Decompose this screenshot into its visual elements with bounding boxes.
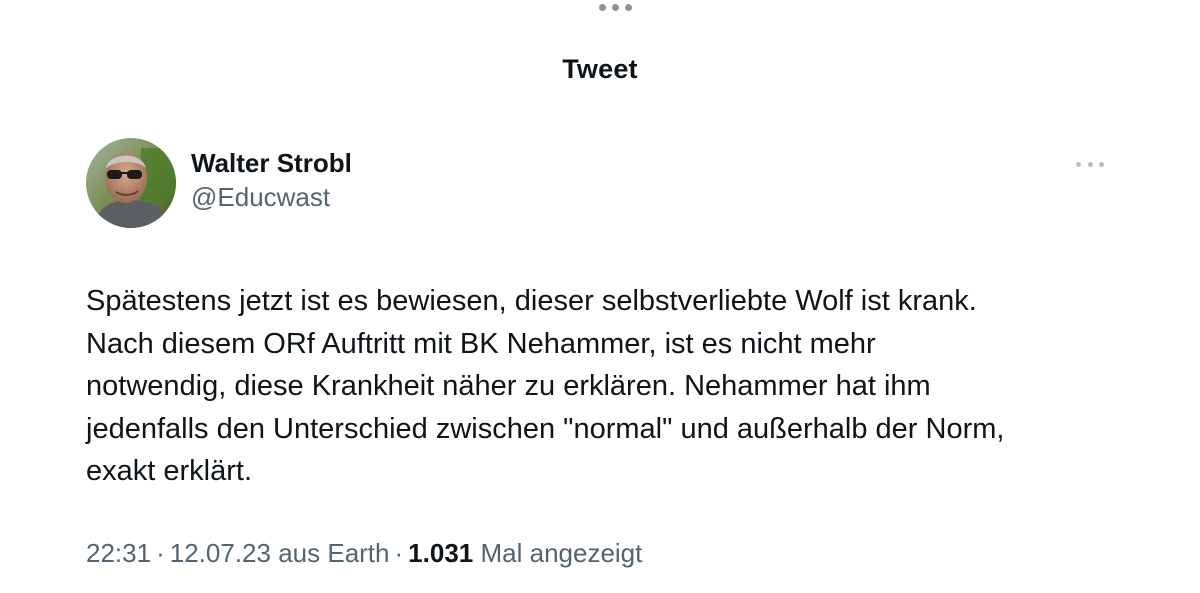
tweet-meta: 22:31 · 12.07.23 aus Earth · 1.031 Mal angez… (86, 538, 642, 569)
tweet-date[interactable]: 12.07.23 (170, 538, 271, 568)
tweet-line: notwendig, diese Krankheit näher zu erkl… (86, 370, 931, 402)
tweet-line: exakt erklärt. (86, 455, 252, 487)
author-handle[interactable]: @Educwast (191, 180, 352, 214)
page-title: Tweet (562, 54, 638, 84)
author-display-name[interactable]: Walter Strobl (191, 146, 352, 180)
tweet-author[interactable]: Walter Strobl @Educwast (86, 138, 352, 228)
ellipsis-horizontal-icon (598, 4, 632, 11)
views-label: Mal angezeigt (480, 538, 643, 568)
tweet-source: aus Earth (278, 538, 390, 568)
views-count[interactable]: 1.031 (408, 538, 473, 568)
separator: · (156, 538, 165, 568)
window-grabber (0, 4, 1200, 11)
tweet-line: Nach diesem ORf Auftritt mit BK Nehammer… (86, 327, 876, 360)
user-photo-avatar-icon (86, 138, 176, 228)
separator: · (394, 538, 404, 568)
tweet-body: Spätestens jetzt ist es bewiesen, dieser… (86, 280, 1146, 493)
tweet-line: Spätestens jetzt ist es bewiesen, dieser… (86, 285, 977, 317)
tweet-time[interactable]: 22:31 (86, 538, 151, 568)
tweet-line: jedenfalls den Unterschied zwischen "nor… (86, 412, 1005, 445)
more-options-icon[interactable] (1076, 152, 1104, 176)
avatar[interactable] (86, 138, 176, 228)
